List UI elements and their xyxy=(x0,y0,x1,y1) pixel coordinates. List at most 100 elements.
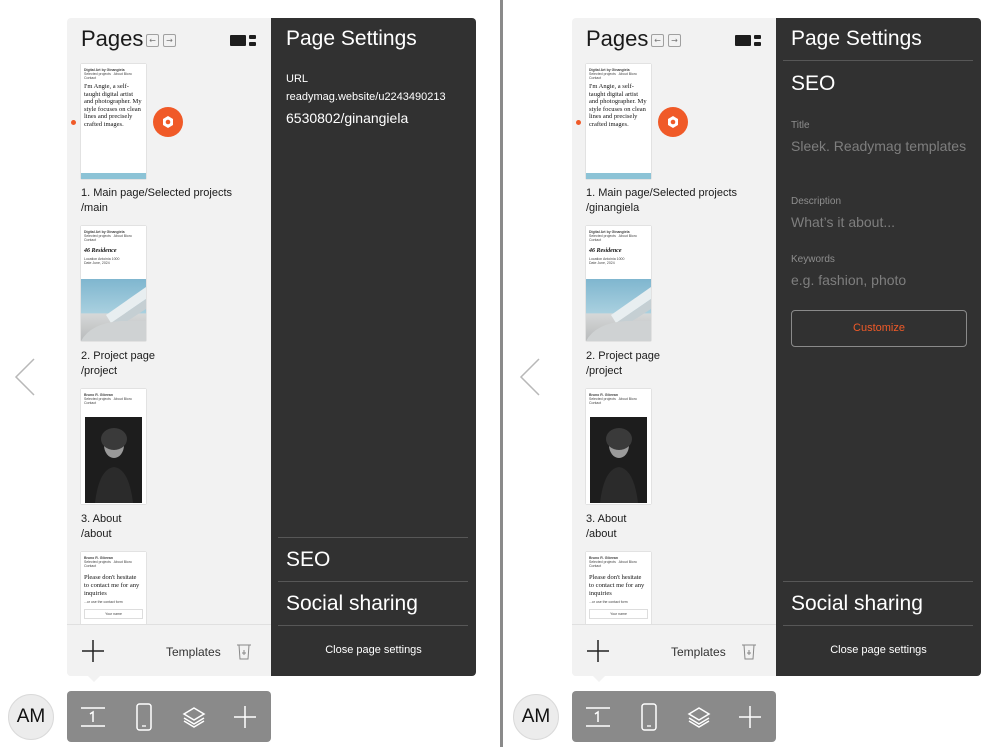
screens-divider xyxy=(500,0,503,747)
thumb-contact-link: ...or use the contact form xyxy=(589,600,628,604)
thumb-building-photo xyxy=(586,279,651,341)
url-value-line1[interactable]: readymag.website/u2243490213 xyxy=(286,91,446,103)
page-thumbnail-project[interactable]: Digital Art by Ginangiela Selected proje… xyxy=(586,226,651,341)
plus-icon[interactable] xyxy=(81,639,105,663)
thumb-nav: Selected projects About Bioro Contact xyxy=(589,397,639,405)
gear-icon xyxy=(668,116,678,128)
thumb-nav: Selected projects About Bioro Contact xyxy=(589,234,639,242)
page-thumbnail-main[interactable]: Digital Art by Ginangiela Selected proje… xyxy=(586,64,651,179)
thumb-brand: Digital Art by Ginangiela xyxy=(84,68,125,72)
pages-footer: Templates xyxy=(572,624,776,676)
separator xyxy=(278,625,468,626)
panel-pointer xyxy=(88,676,100,682)
thumb-portrait-photo xyxy=(85,417,142,503)
chevron-left-icon[interactable] xyxy=(517,357,543,397)
page-slug: /ginangiela xyxy=(586,202,640,214)
view-toggle-icon[interactable] xyxy=(230,35,257,46)
avatar[interactable]: AM xyxy=(8,694,54,740)
page-name[interactable]: 3. About xyxy=(586,512,626,527)
social-sharing-button[interactable]: Social sharing xyxy=(286,592,418,616)
page-name[interactable]: 1. Main page/Selected projects xyxy=(81,186,232,201)
thumb-nav: Selected projects About Bioro Contact xyxy=(84,234,134,242)
layers-icon[interactable] xyxy=(685,703,713,731)
separator xyxy=(783,60,973,61)
thumb-project-title: 46 Residence xyxy=(589,248,622,254)
view-toggle-icon[interactable] xyxy=(735,35,762,46)
page-settings-button[interactable] xyxy=(658,107,688,137)
page-settings-button[interactable] xyxy=(153,107,183,137)
templates-button[interactable]: Templates xyxy=(166,645,221,659)
thumb-contact-field: Your name xyxy=(84,609,143,619)
close-page-settings-button[interactable]: Close page settings xyxy=(776,644,981,656)
close-page-settings-button[interactable]: Close page settings xyxy=(271,644,476,656)
text-tool-icon[interactable] xyxy=(584,703,612,731)
seo-keywords-label: Keywords xyxy=(791,254,835,265)
page-nav-arrows: ← → xyxy=(146,34,176,47)
pages-title: Pages xyxy=(586,26,649,51)
social-sharing-button[interactable]: Social sharing xyxy=(791,592,923,616)
customize-button[interactable]: Customize xyxy=(791,310,967,347)
thumb-contact-link: ...or use the contact form xyxy=(84,600,123,604)
thumb-nav: Selected projects About Bioro Contact xyxy=(84,72,134,80)
thumb-contact-field: Your name xyxy=(589,609,648,619)
thumb-meta: Date June, 2024 xyxy=(589,261,615,265)
page-name[interactable]: 2. Project page xyxy=(586,349,660,364)
bottom-toolbar xyxy=(67,691,271,742)
thumb-meta: Location Antoinia 1000 xyxy=(589,257,625,261)
bottom-toolbar xyxy=(572,691,776,742)
thumb-nav: Selected projects About Bioro Contact xyxy=(84,397,134,405)
thumb-portrait-photo xyxy=(590,417,647,503)
plus-icon[interactable] xyxy=(231,703,259,731)
panel-pointer xyxy=(593,676,605,682)
seo-title-input[interactable]: Sleek. Readymag templates xyxy=(791,137,971,155)
plus-icon[interactable] xyxy=(586,639,610,663)
arrow-left-icon[interactable]: ← xyxy=(651,34,664,47)
templates-button[interactable]: Templates xyxy=(671,645,726,659)
seo-description-input[interactable]: What’s it about... xyxy=(791,213,971,231)
text-tool-icon[interactable] xyxy=(79,703,107,731)
page-thumbnail-contact[interactable]: Bruno R. Gibrean Selected projects About… xyxy=(586,552,651,632)
seo-description-label: Description xyxy=(791,196,842,207)
pages-panel: Pages ← → Digital Art by Ginangiela Sele… xyxy=(572,18,776,676)
seo-keywords-input[interactable]: e.g. fashion, photo xyxy=(791,271,971,289)
thumb-brand: Digital Art by Ginangiela xyxy=(84,230,125,234)
page-settings-panel: Page Settings URL readymag.website/u2243… xyxy=(271,18,476,676)
thumb-contact-text: Please don't hesitate to contact me for … xyxy=(589,574,645,597)
page-thumbnail-project[interactable]: Digital Art by Ginangiela Selected proje… xyxy=(81,226,146,341)
pages-panel: Pages ← → Digital Art by Ginangiela Sele… xyxy=(67,18,271,676)
thumb-brand: Digital Art by Ginangiela xyxy=(589,68,630,72)
layers-icon[interactable] xyxy=(180,703,208,731)
page-name[interactable]: 2. Project page xyxy=(81,349,155,364)
thumb-brand: Bruno R. Gibrean xyxy=(84,556,113,560)
page-name[interactable]: 1. Main page/Selected projects xyxy=(586,186,737,201)
url-value-line2[interactable]: 6530802/ginangiela xyxy=(286,110,408,126)
arrow-right-icon[interactable]: → xyxy=(163,34,176,47)
trash-icon[interactable] xyxy=(742,642,756,660)
plus-icon[interactable] xyxy=(736,703,764,731)
thumb-meta: Location Antoinia 1000 xyxy=(84,257,120,261)
seo-section-button[interactable]: SEO xyxy=(286,548,330,572)
avatar[interactable]: AM xyxy=(513,694,559,740)
mobile-icon[interactable] xyxy=(130,703,158,731)
url-label: URL xyxy=(286,73,309,85)
page-name[interactable]: 3. About xyxy=(81,512,121,527)
thumb-nav: Selected projects About Bioro Contact xyxy=(589,72,639,80)
chevron-left-icon[interactable] xyxy=(12,357,38,397)
page-slug: /about xyxy=(586,528,617,540)
page-slug: /main xyxy=(81,202,108,214)
arrow-left-icon[interactable]: ← xyxy=(146,34,159,47)
screen-seo-settings: Pages ← → Digital Art by Ginangiela Sele… xyxy=(505,0,1000,747)
page-thumbnail-contact[interactable]: Bruno R. Gibrean Selected projects About… xyxy=(81,552,146,632)
thumb-brand: Bruno R. Gibrean xyxy=(589,393,618,397)
page-thumbnail-about[interactable]: Bruno R. Gibrean Selected projects About… xyxy=(81,389,146,504)
mobile-icon[interactable] xyxy=(635,703,663,731)
arrow-right-icon[interactable]: → xyxy=(668,34,681,47)
thumb-contact-text: Please don't hesitate to contact me for … xyxy=(84,574,140,597)
pages-footer: Templates xyxy=(67,624,271,676)
active-page-indicator xyxy=(71,120,76,125)
separator xyxy=(783,625,973,626)
page-thumbnail-main[interactable]: Digital Art by Ginangiela Selected proje… xyxy=(81,64,146,179)
settings-title: Page Settings xyxy=(791,27,922,50)
page-thumbnail-about[interactable]: Bruno R. Gibrean Selected projects About… xyxy=(586,389,651,504)
trash-icon[interactable] xyxy=(237,642,251,660)
